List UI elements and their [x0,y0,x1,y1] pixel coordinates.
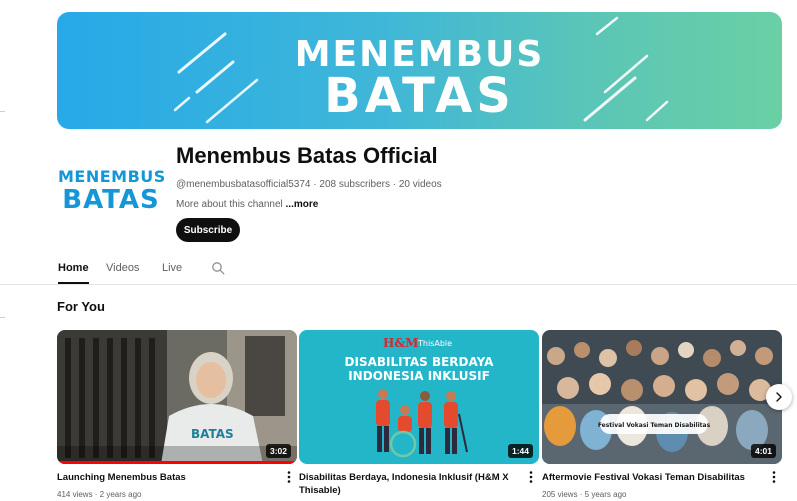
tab-videos[interactable]: Videos [106,262,139,274]
thumb-brand: H&M [383,336,418,350]
tab-live[interactable]: Live [162,262,182,274]
channel-meta: @menembusbatasofficial5374 · 208 subscri… [176,179,442,190]
thumb-caption: Festival Vokasi Teman Disabilitas [598,422,711,429]
carousel-next-button[interactable] [766,384,792,410]
search-icon[interactable] [211,261,225,275]
sidebar-edge [0,111,5,112]
video-title[interactable]: Launching Menembus Batas [57,471,279,484]
channel-name: Menembus Batas Official [176,143,438,168]
video-meta: 205 views · 5 years ago [542,490,627,499]
video-title[interactable]: Aftermovie Festival Vokasi Teman Disabil… [542,471,764,484]
svg-text:BATAS: BATAS [191,427,234,441]
avatar-line2: BATAS [62,185,160,215]
more-vert-icon[interactable] [285,470,293,484]
channel-banner: MENEMBUS BATAS [57,12,782,129]
channel-about-more-link[interactable]: ...more [286,199,319,210]
avatar-line1: MENEMBUS [58,167,166,186]
subscribe-button[interactable]: Subscribe [176,218,240,242]
banner-title-line2: BATAS [324,68,515,124]
more-vert-icon[interactable] [770,470,778,484]
video-duration: 3:02 [265,444,291,458]
video-card[interactable]: H&M ThisAble DISABILITAS BERDAYA INDONES… [299,330,539,496]
more-vert-icon[interactable] [527,470,535,484]
video-duration: 4:01 [750,444,776,458]
thumb-line1: DISABILITAS BERDAYA [345,355,495,369]
video-thumbnail[interactable]: Festival Vokasi Teman Disabilitas 4:01 [542,330,782,464]
tab-home[interactable]: Home [58,262,89,274]
channel-about[interactable]: More about this channel ...more [176,199,318,210]
channel-avatar[interactable]: MENEMBUS BATAS [58,167,166,220]
video-thumbnail[interactable]: H&M ThisAble DISABILITAS BERDAYA INDONES… [299,330,539,464]
video-duration: 1:44 [507,444,533,458]
video-title[interactable]: Disabilitas Berdaya, Indonesia Inklusif … [299,471,521,497]
video-meta: 414 views · 2 years ago [57,490,142,499]
video-card[interactable]: BATAS 3:02 Launching Menembus Batas 414 … [57,330,297,499]
section-title: For You [57,299,105,314]
thumb-line2: INDONESIA INKLUSIF [348,369,490,383]
tabs-divider [0,284,797,285]
video-card[interactable]: Festival Vokasi Teman Disabilitas 4:01 A… [542,330,782,499]
video-thumbnail[interactable]: BATAS 3:02 [57,330,297,464]
channel-about-text: More about this channel [176,199,286,210]
thumb-brand2: ThisAble [417,339,452,348]
sidebar-edge [0,317,5,318]
chevron-right-icon [776,392,782,402]
